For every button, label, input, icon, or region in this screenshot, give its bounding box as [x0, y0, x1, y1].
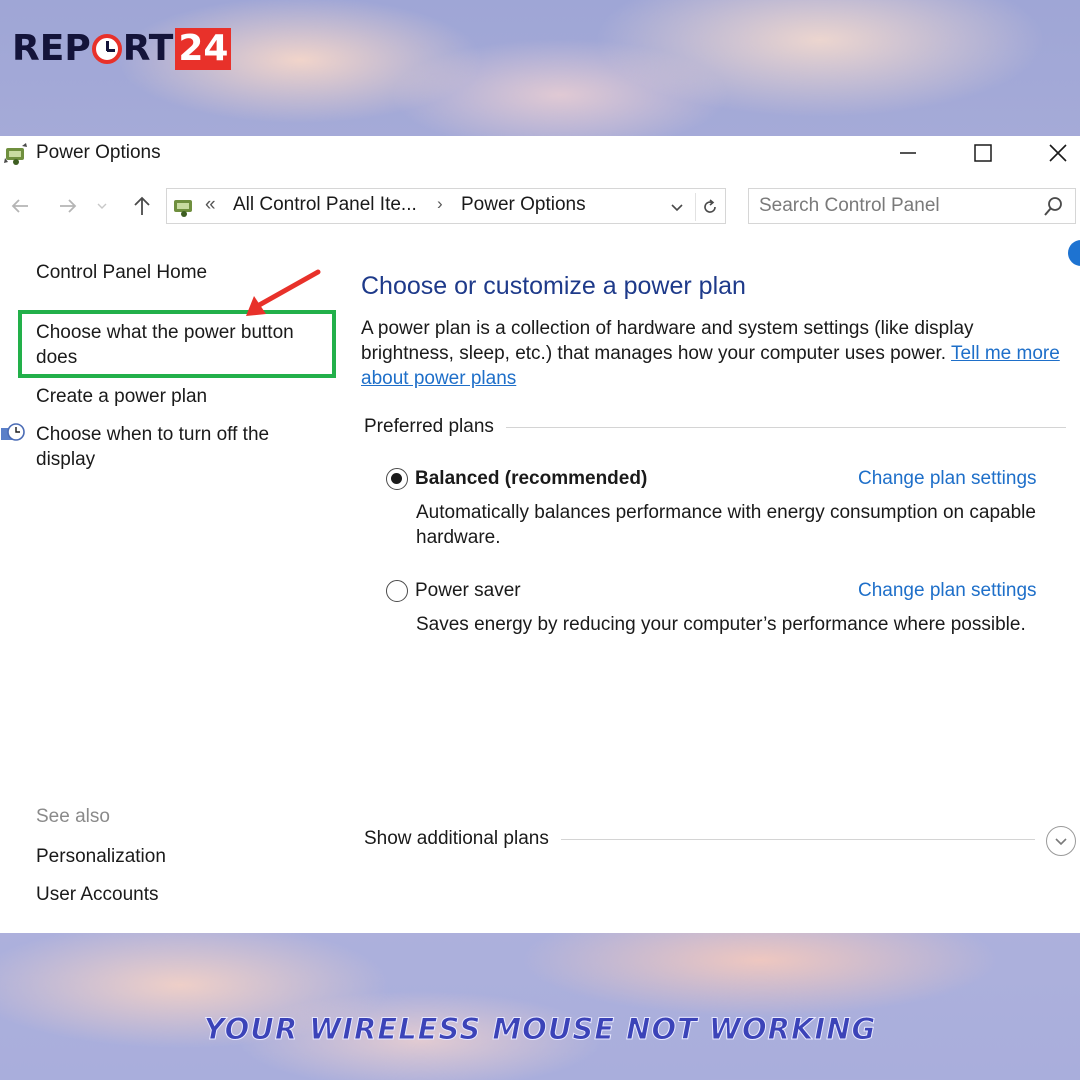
- change-plan-settings-link[interactable]: Change plan settings: [858, 468, 1037, 490]
- personalization-link[interactable]: Personalization: [36, 844, 166, 869]
- logo-text-report: REP: [12, 28, 91, 69]
- plan-radio-power-saver[interactable]: [386, 580, 408, 602]
- chevron-down-icon: [1055, 838, 1067, 846]
- additional-plans-group[interactable]: Show additional plans: [364, 824, 1080, 854]
- up-button[interactable]: [128, 192, 156, 220]
- logo-text-rt: RT: [122, 28, 174, 69]
- plan-name[interactable]: Power saver: [415, 580, 521, 602]
- search-box[interactable]: [748, 188, 1076, 224]
- window-title: Power Options: [36, 142, 161, 163]
- plan-description: Saves energy by reducing your computer’s…: [416, 614, 1026, 635]
- refresh-button[interactable]: [695, 193, 723, 221]
- minimize-icon: [900, 152, 916, 154]
- refresh-icon: [703, 199, 716, 213]
- search-input[interactable]: [759, 194, 1029, 218]
- close-button[interactable]: [1030, 136, 1080, 170]
- address-dropdown-button[interactable]: [665, 196, 689, 218]
- maximize-button[interactable]: [955, 136, 1011, 170]
- divider: [560, 838, 1035, 840]
- main-content: Choose or customize a power plan A power…: [340, 246, 1080, 926]
- arrow-up-icon: [134, 196, 150, 215]
- turn-off-display-link[interactable]: Choose when to turn off the display: [36, 422, 316, 472]
- plan-name[interactable]: Balanced (recommended): [415, 468, 647, 490]
- forward-button[interactable]: [54, 192, 82, 220]
- see-also-heading: See also: [36, 806, 110, 827]
- power-button-settings-link[interactable]: Choose what the power button does: [36, 320, 326, 370]
- plan-description: Automatically balances performance with …: [416, 502, 1036, 548]
- power-options-window: Power Options « All Control Panel Ite...…: [0, 136, 1080, 933]
- clock-icon: [91, 34, 122, 64]
- expand-additional-plans-button[interactable]: [1046, 826, 1076, 856]
- power-options-icon: [4, 143, 27, 165]
- user-accounts-link[interactable]: User Accounts: [36, 882, 159, 907]
- breadcrumb-power-options[interactable]: Power Options: [461, 194, 586, 216]
- page-description: A power plan is a collection of hardware…: [361, 316, 1061, 391]
- control-panel-home-link[interactable]: Control Panel Home: [36, 260, 207, 285]
- minimize-button[interactable]: [880, 136, 936, 170]
- create-power-plan-link[interactable]: Create a power plan: [36, 384, 207, 409]
- logo-text-24: 24: [175, 28, 232, 70]
- report24-logo: REP RT 24: [12, 28, 232, 70]
- red-arrow-icon: [246, 269, 321, 316]
- display-clock-icon: [1, 423, 25, 441]
- title-bar: Power Options: [0, 136, 1080, 170]
- left-navigation-pane: Control Panel Home Choose what the power…: [0, 246, 340, 926]
- caption-text: YOUR WIRELESS MOUSE NOT WORKING: [203, 1012, 877, 1047]
- change-plan-settings-link[interactable]: Change plan settings: [858, 580, 1037, 602]
- arrow-left-icon: [11, 199, 28, 213]
- chevron-down-icon: [97, 203, 107, 209]
- back-button[interactable]: [6, 192, 34, 220]
- recent-locations-button[interactable]: [94, 192, 110, 220]
- preferred-plans-group: Preferred plans: [364, 412, 1072, 442]
- navigation-bar: « All Control Panel Ite... › Power Optio…: [0, 186, 1080, 226]
- maximize-icon: [974, 144, 992, 162]
- preferred-plans-title: Preferred plans: [364, 416, 494, 437]
- page-title: Choose or customize a power plan: [361, 272, 746, 300]
- description-text: A power plan is a collection of hardware…: [361, 318, 974, 364]
- close-icon: [1049, 144, 1067, 162]
- breadcrumb-separator[interactable]: ›: [437, 194, 443, 214]
- chevron-down-icon: [671, 204, 683, 212]
- show-additional-plans-title[interactable]: Show additional plans: [364, 828, 549, 850]
- breadcrumb-overflow[interactable]: «: [205, 194, 216, 216]
- divider: [505, 426, 1066, 428]
- search-icon[interactable]: [1041, 195, 1065, 219]
- breadcrumb-all-control-panel[interactable]: All Control Panel Ite...: [233, 194, 417, 216]
- address-bar[interactable]: « All Control Panel Ite... › Power Optio…: [166, 188, 726, 224]
- power-options-icon: [174, 200, 192, 217]
- plan-radio-balanced[interactable]: [386, 468, 408, 490]
- arrow-right-icon: [60, 199, 77, 213]
